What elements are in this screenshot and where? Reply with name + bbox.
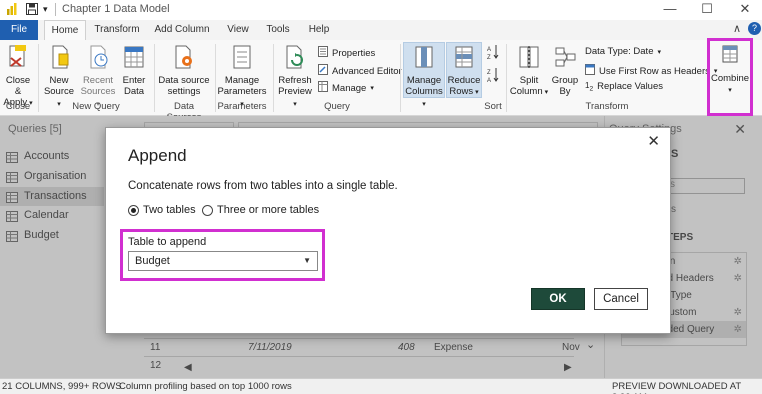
sort-ascending-icon: AZ [487, 45, 499, 63]
table-to-append-select[interactable]: Budget ▼ [128, 251, 318, 271]
save-icon[interactable] [26, 3, 38, 18]
manage-columns-button[interactable]: Manage Columns ▾ [403, 44, 445, 110]
table-to-append-label: Table to append [128, 236, 207, 248]
data-source-settings-button[interactable]: Data source settings [158, 44, 210, 97]
tab-add-column[interactable]: Add Column [152, 20, 212, 40]
radio-two-tables[interactable]: Two tables [128, 204, 196, 216]
tab-transform[interactable]: Transform [92, 20, 142, 40]
tab-help[interactable]: Help [304, 20, 334, 40]
quick-access-dropdown-icon[interactable]: ▾ [43, 4, 48, 15]
status-bar: 21 COLUMNS, 999+ ROWS Column profiling b… [0, 378, 762, 394]
sort-descending-button[interactable]: ZA [486, 67, 500, 86]
title-divider [55, 3, 56, 16]
sort-ascending-button[interactable]: AZ [486, 44, 500, 63]
status-column-count: 21 COLUMNS, 999+ ROWS [2, 381, 122, 392]
group-label-new-query: New Query [72, 101, 120, 112]
split-column-icon [509, 44, 549, 73]
tab-view[interactable]: View [222, 20, 254, 40]
radio-selected-icon [128, 204, 139, 216]
group-by-button[interactable]: Group By [550, 44, 580, 97]
split-column-button[interactable]: Split Column ▾ [509, 44, 549, 98]
maximize-button[interactable]: ☐ [692, 1, 722, 17]
ok-button[interactable]: OK [531, 288, 585, 310]
dialog-close-icon[interactable]: ✕ [647, 132, 660, 150]
sort-descending-icon: ZA [487, 68, 499, 86]
use-first-row-headers-button[interactable]: Use First Row as Headers ▾ [585, 64, 717, 78]
reduce-rows-icon [446, 44, 482, 73]
append-dialog: ✕ Append Concatenate rows from two table… [105, 127, 671, 334]
svg-text:Z: Z [487, 70, 491, 76]
chevron-down-icon: ▼ [303, 256, 311, 265]
window-title: Chapter 1 Data Model [62, 3, 170, 15]
enter-data-button[interactable]: Enter Data [120, 44, 148, 97]
manage-columns-icon [403, 44, 445, 73]
help-icon[interactable]: ? [748, 22, 761, 35]
properties-button[interactable]: Properties [318, 46, 375, 60]
data-type-dropdown[interactable]: Data Type: Date ▾ [585, 46, 661, 57]
power-bi-logo-icon [6, 3, 18, 19]
group-label-query: Query [324, 101, 350, 112]
cancel-button[interactable]: Cancel [594, 288, 648, 310]
group-label-sort: Sort [484, 101, 502, 112]
combine-highlight [707, 38, 753, 116]
group-label-close: Close [5, 101, 31, 112]
status-preview-time: PREVIEW DOWNLOADED AT 8:32 AM [612, 381, 741, 394]
group-separator [215, 44, 216, 112]
svg-text:Z: Z [487, 55, 491, 60]
group-separator [506, 44, 507, 112]
tab-tools[interactable]: Tools [262, 20, 294, 40]
ribbon-tabs: File Home Transform Add Column View Tool… [0, 20, 762, 40]
manage-icon [318, 81, 328, 95]
new-source-icon [42, 44, 76, 73]
group-separator [38, 44, 39, 112]
ribbon-home: Close & Apply ▾ Close New Source ▾ Recen… [0, 40, 762, 123]
replace-values-button[interactable]: 12 Replace Values [585, 81, 663, 93]
dialog-description: Concatenate rows from two tables into a … [128, 180, 398, 192]
group-label-parameters: Parameters [217, 101, 267, 112]
manage-parameters-icon [217, 44, 267, 73]
properties-icon [318, 46, 328, 60]
advanced-editor-button[interactable]: Advanced Editor [318, 64, 402, 78]
group-separator [400, 44, 401, 112]
manage-button[interactable]: Manage ▾ [318, 81, 374, 95]
group-separator [154, 44, 155, 112]
group-separator [273, 44, 274, 112]
radio-three-or-more-tables[interactable]: Three or more tables [202, 204, 319, 216]
advanced-editor-icon [318, 64, 328, 78]
close-apply-button[interactable]: Close & Apply ▾ [2, 44, 34, 109]
collapse-ribbon-icon[interactable]: ∧ [733, 22, 741, 35]
svg-text:A: A [487, 78, 491, 83]
minimize-button[interactable]: — [655, 1, 685, 16]
close-apply-icon [2, 44, 34, 73]
svg-text:A: A [487, 47, 491, 53]
group-by-icon [550, 44, 580, 73]
enter-data-icon [120, 44, 148, 73]
dialog-title: Append [128, 146, 187, 165]
tab-home[interactable]: Home [44, 20, 86, 40]
first-row-headers-icon [585, 64, 595, 78]
title-bar: ▾ Chapter 1 Data Model — ☐ ✕ [0, 0, 762, 20]
tab-file[interactable]: File [0, 20, 38, 40]
status-profiling: Column profiling based on top 1000 rows [119, 381, 292, 392]
reduce-rows-button[interactable]: Reduce Rows ▾ [446, 44, 482, 98]
refresh-icon [276, 44, 314, 73]
radio-unselected-icon [202, 204, 213, 216]
recent-sources-icon [80, 44, 116, 73]
group-label-transform: Transform [585, 101, 629, 112]
close-window-button[interactable]: ✕ [730, 1, 760, 17]
data-source-settings-icon [158, 44, 210, 73]
replace-values-icon: 12 [585, 81, 594, 93]
